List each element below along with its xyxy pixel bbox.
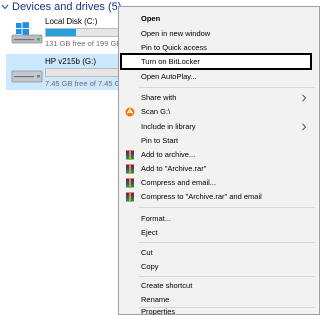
menu-separator — [139, 242, 315, 243]
drive-free-space: 131 GB free of 199 GB — [45, 39, 122, 48]
menu-item-turn-on-bitlocker[interactable]: Turn on BitLocker — [120, 53, 312, 70]
menu-item-add-to-archive-rar[interactable]: Add to "Archive.rar" — [119, 162, 319, 175]
drive-usage-fill — [46, 29, 76, 36]
menu-item-label: Open — [141, 14, 161, 23]
menu-item-label: Format... — [141, 214, 172, 223]
menu-item-create-shortcut[interactable]: Create shortcut — [119, 279, 319, 292]
winrar-icon — [124, 177, 135, 188]
windows-drive-icon — [11, 22, 43, 44]
menu-item-compress-to-rar-and-email[interactable]: Compress to "Archive.rar" and email — [119, 190, 319, 203]
menu-item-copy[interactable]: Copy — [119, 260, 319, 273]
menu-item-label: Add to "Archive.rar" — [141, 164, 207, 173]
menu-item-label: Create shortcut — [141, 281, 193, 290]
menu-item-label: Properties — [141, 307, 176, 315]
chevron-down-icon[interactable] — [0, 0, 10, 14]
menu-item-label: Add to archive... — [141, 150, 196, 159]
menu-item-scan[interactable]: Scan G:\ — [119, 105, 319, 118]
drive-name: HP v215b (G:) — [45, 57, 96, 66]
menu-item-share-with[interactable]: Share with — [119, 91, 319, 104]
menu-item-properties[interactable]: Properties — [119, 305, 319, 315]
menu-item-cut[interactable]: Cut — [119, 246, 319, 259]
winrar-icon — [124, 191, 135, 202]
removable-drive-icon — [11, 70, 43, 83]
menu-item-label: Copy — [141, 262, 159, 271]
menu-item-label: Pin to Start — [141, 136, 179, 145]
winrar-icon — [124, 149, 135, 160]
menu-item-compress-and-email[interactable]: Compress and email... — [119, 176, 319, 189]
menu-item-label: Cut — [141, 248, 153, 257]
chevron-right-icon — [302, 94, 307, 102]
menu-item-label: Open AutoPlay... — [141, 72, 197, 81]
menu-item-add-to-archive[interactable]: Add to archive... — [119, 148, 319, 161]
menu-separator — [139, 87, 315, 88]
menu-item-pin-quick-access[interactable]: Pin to Quick access — [119, 41, 319, 54]
menu-separator — [139, 276, 315, 277]
drive-hp-v215b-g[interactable]: HP v215b (G:) 7.45 GB free of 7.45 GB — [6, 54, 136, 90]
menu-item-pin-to-start[interactable]: Pin to Start — [119, 134, 319, 147]
menu-item-include-in-library[interactable]: Include in library — [119, 120, 319, 133]
winrar-icon — [124, 163, 135, 174]
menu-item-label: Include in library — [141, 122, 196, 131]
section-title: Devices and drives (5) — [12, 1, 122, 13]
avast-icon — [124, 106, 135, 117]
menu-item-format[interactable]: Format... — [119, 212, 319, 225]
menu-separator — [139, 207, 315, 208]
context-menu: Open Open in new window Pin to Quick acc… — [118, 6, 320, 315]
chevron-right-icon — [302, 123, 307, 131]
menu-item-label: Eject — [141, 228, 158, 237]
menu-item-open-new-window[interactable]: Open in new window — [119, 27, 319, 40]
menu-item-eject[interactable]: Eject — [119, 226, 319, 239]
menu-item-label: Turn on BitLocker — [141, 57, 200, 66]
menu-item-label: Open in new window — [141, 29, 211, 38]
menu-item-label: Share with — [141, 93, 177, 102]
menu-item-open-autoplay[interactable]: Open AutoPlay... — [119, 70, 319, 83]
menu-item-label: Compress to "Archive.rar" and email — [141, 192, 262, 201]
drive-local-disk-c[interactable]: Local Disk (C:) 131 GB free of 199 GB — [6, 14, 136, 50]
menu-item-label: Pin to Quick access — [141, 43, 207, 52]
drive-name: Local Disk (C:) — [45, 17, 98, 26]
menu-item-label: Compress and email... — [141, 178, 217, 187]
menu-item-label: Scan G:\ — [141, 107, 171, 116]
menu-item-open[interactable]: Open — [119, 12, 319, 25]
drive-free-space: 7.45 GB free of 7.45 GB — [45, 79, 126, 88]
